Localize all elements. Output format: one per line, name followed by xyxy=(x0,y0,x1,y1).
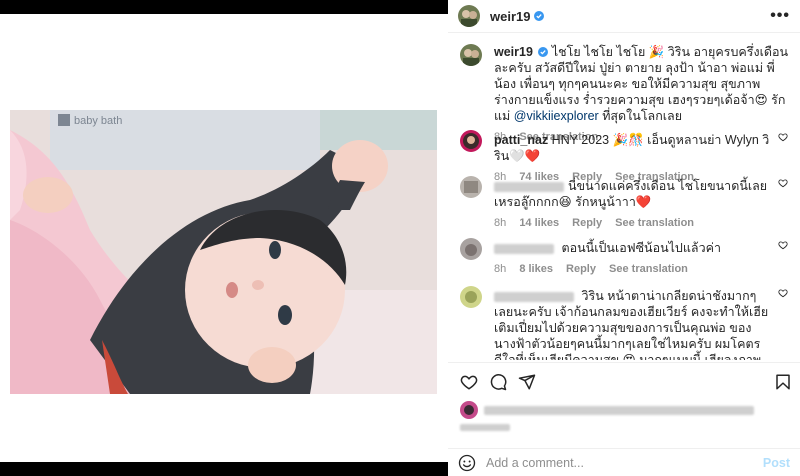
comment-time[interactable]: 8h xyxy=(494,263,506,275)
comment-like-heart-icon[interactable] xyxy=(778,178,788,188)
post-date-blurred xyxy=(460,422,514,432)
comment-username-blurred xyxy=(494,291,574,302)
caption-text-end: ที่สุดในโลกเลย xyxy=(598,109,683,123)
media-bottom-letterbox xyxy=(0,462,448,476)
paper-plane-icon[interactable] xyxy=(518,373,536,391)
verified-badge-icon xyxy=(538,47,549,57)
heart-outline-icon[interactable] xyxy=(460,373,478,391)
post-photo: baby bath xyxy=(10,110,437,394)
comment-avatar[interactable] xyxy=(460,176,482,198)
more-options-icon[interactable]: ••• xyxy=(770,7,790,25)
caption-username[interactable]: weir19 xyxy=(494,45,533,59)
comment-reply-button[interactable]: Reply xyxy=(572,217,602,229)
add-comment-bar: Post xyxy=(448,448,800,476)
post-action-bar xyxy=(448,362,800,400)
comment-likes[interactable]: 8 likes xyxy=(519,263,553,275)
media-top-letterbox xyxy=(0,0,448,14)
comment-avatar[interactable] xyxy=(460,238,482,260)
svg-text:baby bath: baby bath xyxy=(74,115,122,127)
comment-item: นี่ขนาดแค่ครึ่งเดือน ไชโยขนาดนี้เลยเหรอล… xyxy=(460,176,788,229)
comment-item: วิริน หน้าตาน่าเกลียดน่าชังมากๆเลยนะครับ… xyxy=(460,286,788,360)
post-media[interactable]: baby bath xyxy=(0,14,448,462)
comment-reply-button[interactable]: Reply xyxy=(566,263,596,275)
comment-likes[interactable]: 14 likes xyxy=(519,217,559,229)
comments-list[interactable]: weir19 ไชโย ไชโย ไชโย 🎉 วิริน อายุครบครึ… xyxy=(448,34,800,360)
post-comment-button[interactable]: Post xyxy=(763,456,790,470)
post-side-panel: weir19 ••• weir19 ไชโย ไชโย ไชโย 🎉 วิริน… xyxy=(448,0,800,476)
comment-like-heart-icon[interactable] xyxy=(778,240,788,250)
comment-avatar[interactable] xyxy=(460,286,482,308)
author-username[interactable]: weir19 xyxy=(490,9,530,24)
liked-by-text-blurred xyxy=(484,405,754,415)
comment-text: ตอนนี้เป็นเอฟซีน้อนไปแล้วค่า xyxy=(558,241,721,255)
liked-by-avatar xyxy=(460,401,478,419)
comment-meta: 8h 14 likes Reply See translation xyxy=(494,215,772,231)
comment-time[interactable]: 8h xyxy=(494,217,506,229)
add-comment-input[interactable] xyxy=(486,455,763,470)
comment-see-translation[interactable]: See translation xyxy=(615,217,694,229)
comment-item: ตอนนี้เป็นเอฟซีน้อนไปแล้วค่า 8h 8 likes … xyxy=(460,238,788,277)
post-caption: weir19 ไชโย ไชโย ไชโย 🎉 วิริน อายุครบครึ… xyxy=(460,44,788,143)
liked-by-row[interactable] xyxy=(460,400,790,420)
comment-bubble-icon[interactable] xyxy=(489,373,507,391)
comment-item: patti_naz HNY 2023 🎉🎊 เอ็นดูหลานย่า Wyly… xyxy=(460,130,788,183)
comment-username-blurred xyxy=(494,243,554,254)
author-avatar[interactable] xyxy=(458,5,480,27)
caption-mention-link[interactable]: @vikkiiexplorer xyxy=(514,109,599,123)
comment-like-heart-icon[interactable] xyxy=(778,288,788,298)
comment-username[interactable]: patti_naz xyxy=(494,133,548,147)
verified-badge-icon xyxy=(534,11,545,21)
comment-username-blurred xyxy=(494,181,564,192)
comment-avatar[interactable] xyxy=(460,130,482,152)
comment-like-heart-icon[interactable] xyxy=(778,132,788,142)
caption-avatar[interactable] xyxy=(460,44,482,66)
comment-see-translation[interactable]: See translation xyxy=(609,263,688,275)
bookmark-icon[interactable] xyxy=(774,373,792,391)
comment-meta: 8h 8 likes Reply See translation xyxy=(494,261,772,277)
post-header: weir19 ••• xyxy=(448,0,800,33)
smiley-icon[interactable] xyxy=(458,454,476,472)
